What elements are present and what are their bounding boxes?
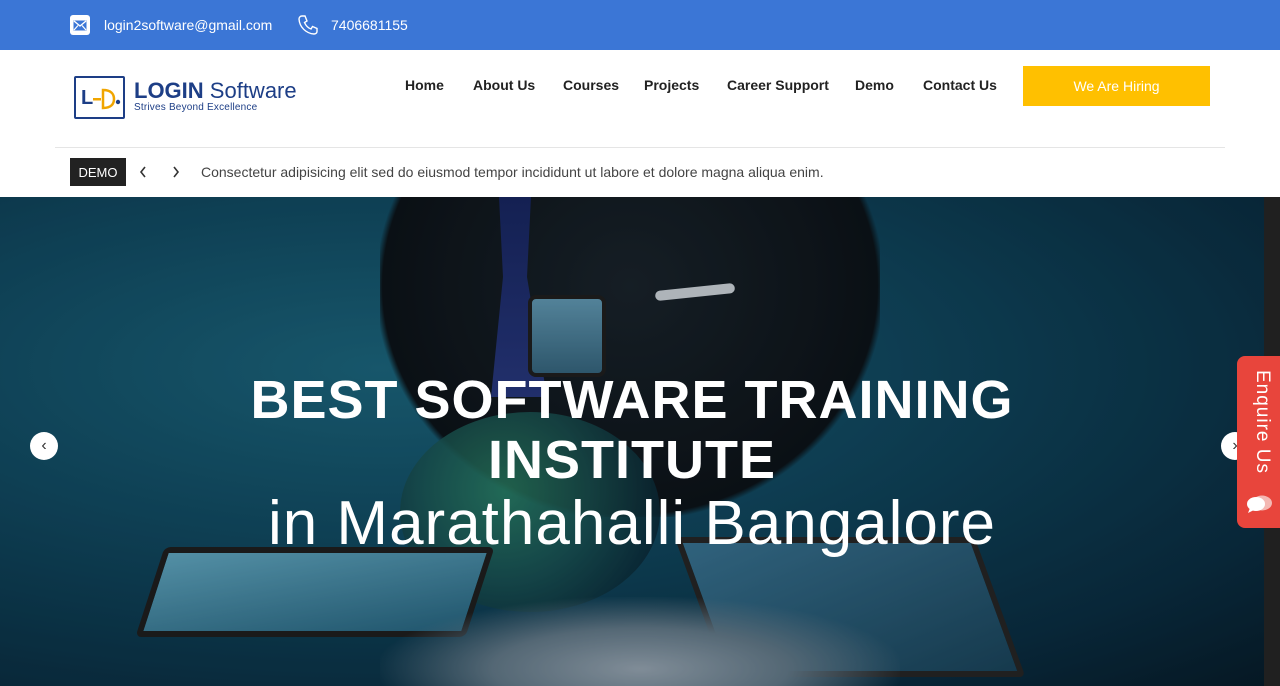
ticker-text: Consectetur adipisicing elit sed do eius… <box>201 164 824 180</box>
site-logo[interactable]: L LOGIN Software Strives Beyond Excellen… <box>74 76 314 120</box>
nav-projects[interactable]: Projects <box>644 77 699 95</box>
enquire-us-tab[interactable]: Enquire Us <box>1237 356 1280 528</box>
chat-bubble-icon <box>1245 494 1273 514</box>
hero-title-line-2: INSTITUTE <box>488 430 776 490</box>
hero-title-line-1: BEST SOFTWARE TRAINING <box>250 370 1014 430</box>
nav-courses[interactable]: Courses <box>563 77 619 95</box>
hero-subtitle: in Marathahalli Bangalore <box>267 489 997 558</box>
site-header: L LOGIN Software Strives Beyond Excellen… <box>0 50 1280 148</box>
enquire-us-label: Enquire Us <box>1252 370 1273 474</box>
news-ticker: DEMO Consectetur adipisicing elit sed do… <box>0 148 1280 196</box>
chevron-left-icon: ‹ <box>41 437 47 454</box>
hero-slider: BEST SOFTWARE TRAINING INSTITUTE in Mara… <box>0 197 1264 686</box>
chevron-right-icon <box>173 166 180 178</box>
nav-demo[interactable]: Demo <box>855 77 894 95</box>
logo-mark-icon: L <box>74 76 125 119</box>
phone-contact[interactable]: 7406681155 <box>297 0 408 50</box>
slider-prev-button[interactable]: ‹ <box>30 432 58 460</box>
email-text[interactable]: login2software@gmail.com <box>104 17 272 33</box>
nav-career-support[interactable]: Career Support <box>727 77 829 95</box>
ticker-next-button[interactable] <box>168 162 184 182</box>
phone-icon <box>297 14 319 36</box>
phone-text[interactable]: 7406681155 <box>331 17 408 33</box>
logo-brand-regular: Software <box>209 78 297 103</box>
ticker-prev-button[interactable] <box>135 162 151 182</box>
logo-tagline: Strives Beyond Excellence <box>134 102 258 113</box>
ticker-tag: DEMO <box>70 158 126 186</box>
email-contact[interactable]: login2software@gmail.com <box>70 0 272 50</box>
logo-wordmark: LOGIN Software <box>134 78 297 104</box>
chevron-left-icon <box>139 166 146 178</box>
svg-text:L: L <box>81 87 93 109</box>
we-are-hiring-button[interactable]: We Are Hiring <box>1023 66 1210 106</box>
mail-icon <box>70 15 90 35</box>
nav-home[interactable]: Home <box>405 77 444 95</box>
logo-brand-bold: LOGIN <box>134 78 204 103</box>
top-contact-bar: login2software@gmail.com 7406681155 <box>0 0 1280 50</box>
nav-about-us[interactable]: About Us <box>473 77 535 95</box>
nav-contact-us[interactable]: Contact Us <box>923 77 997 95</box>
